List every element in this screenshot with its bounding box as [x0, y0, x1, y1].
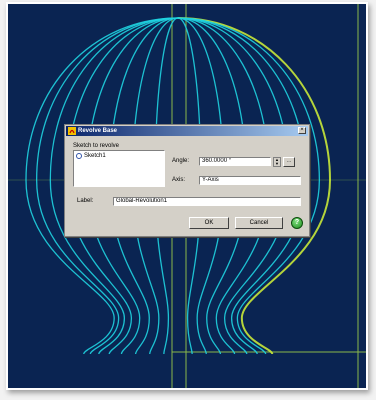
name-input[interactable]: Global-Revolution1 [113, 197, 301, 206]
cancel-button[interactable]: Cancel [235, 217, 283, 229]
spin-down-icon[interactable]: ▼ [274, 162, 280, 166]
ok-button[interactable]: OK [189, 217, 229, 229]
angle-input[interactable]: 360.0000 ° [199, 157, 271, 166]
pick-button[interactable]: … [283, 157, 295, 167]
axis-label: Axis: [172, 177, 186, 183]
help-icon[interactable]: ? [291, 217, 303, 229]
revolve-base-dialog: Revolve Base × Sketch to revolve Sketch1… [64, 124, 310, 237]
axis-input[interactable]: Y-Axis [199, 176, 301, 185]
close-button[interactable]: × [298, 127, 306, 134]
sketch-item-label: Sketch1 [84, 153, 106, 159]
sketch-group-label: Sketch to revolve [73, 143, 120, 149]
dialog-title: Revolve Base [78, 128, 118, 134]
sketch-list-item[interactable]: Sketch1 [76, 153, 106, 159]
angle-spinner[interactable]: ▲ ▼ [273, 157, 281, 167]
dialog-titlebar[interactable]: Revolve Base × [66, 126, 308, 136]
revolve-icon [68, 127, 76, 135]
sketch-icon [76, 153, 82, 159]
sketch-list[interactable]: Sketch1 [73, 150, 165, 187]
angle-label: Angle: [172, 158, 190, 164]
name-label: Label: [77, 198, 94, 204]
